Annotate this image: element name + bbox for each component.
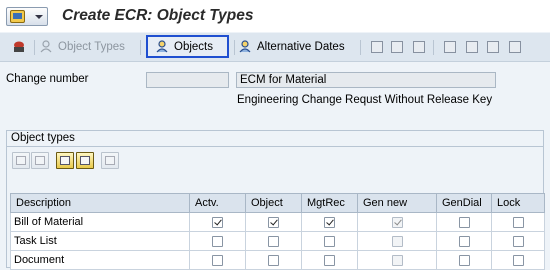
cell-mgtrec xyxy=(301,212,358,232)
table-row[interactable]: Task List xyxy=(10,231,545,251)
table-row[interactable]: Bill of Material xyxy=(10,212,545,232)
flag-outline-icon[interactable] xyxy=(487,41,499,53)
group-divider xyxy=(7,146,543,147)
persons-icon xyxy=(156,40,168,53)
cell-lock xyxy=(491,250,545,270)
objects-button[interactable]: Objects xyxy=(146,35,229,58)
alternative-dates-label: Alternative Dates xyxy=(257,41,345,53)
cell-object xyxy=(245,231,302,251)
gen-new-checkbox[interactable] xyxy=(391,254,403,266)
gendial-checkbox[interactable] xyxy=(458,254,470,266)
title-bar: Create ECR: Object Types xyxy=(0,0,550,32)
cell-object xyxy=(245,212,302,232)
gendial-checkbox[interactable] xyxy=(458,216,470,228)
row-description: Task List xyxy=(10,231,190,251)
actv-checkbox[interactable] xyxy=(212,235,223,247)
cell-lock xyxy=(491,231,545,251)
deselect-all-icon xyxy=(80,156,90,165)
objects-button-content: Objects xyxy=(156,39,213,55)
page-title: Create ECR: Object Types xyxy=(62,7,254,24)
lock-checkbox[interactable] xyxy=(512,254,524,266)
column-header-description[interactable]: Description xyxy=(10,193,190,213)
details-button[interactable] xyxy=(101,152,119,169)
edit-icon[interactable] xyxy=(413,41,425,53)
select-all-button[interactable] xyxy=(56,152,74,169)
cell-mgtrec xyxy=(301,231,358,251)
mgtrec-checkbox[interactable] xyxy=(324,254,335,266)
other-object-icon[interactable] xyxy=(12,40,26,54)
mgtrec-checkbox[interactable] xyxy=(324,216,335,228)
cell-lock xyxy=(491,212,545,232)
object-types-button[interactable]: Object Types xyxy=(40,39,125,55)
chevron-down-icon xyxy=(35,15,43,19)
object-checkbox[interactable] xyxy=(268,235,279,247)
actv-checkbox[interactable] xyxy=(212,254,223,266)
cell-gen-new xyxy=(357,231,437,251)
cell-actv xyxy=(189,250,246,270)
cell-gendial xyxy=(436,212,492,232)
gen-new-checkbox[interactable] xyxy=(391,235,403,247)
details-icon xyxy=(105,156,115,165)
change-number-field[interactable] xyxy=(146,72,229,88)
alternative-dates-button[interactable]: Alternative Dates xyxy=(239,39,345,55)
cell-gendial xyxy=(436,250,492,270)
system-menu-button[interactable] xyxy=(6,7,48,26)
change-type-text: Engineering Change Requst Without Releas… xyxy=(237,94,493,106)
cell-actv xyxy=(189,231,246,251)
column-header-actv[interactable]: Actv. xyxy=(189,193,246,213)
cell-gendial xyxy=(436,231,492,251)
copy-icon[interactable] xyxy=(444,41,456,53)
table-header-row: Description Actv. Object MgtRec Gen new … xyxy=(10,193,545,213)
objects-label: Objects xyxy=(174,41,213,53)
change-number-label: Change number xyxy=(6,73,89,85)
hierarchy-icon[interactable] xyxy=(391,41,403,53)
mgtrec-checkbox[interactable] xyxy=(324,235,335,247)
row-description: Bill of Material xyxy=(10,212,190,232)
cell-object xyxy=(245,250,302,270)
table-row[interactable]: Document xyxy=(10,250,545,270)
object-types-table: Description Actv. Object MgtRec Gen new … xyxy=(10,193,545,270)
insert-row-icon xyxy=(16,156,26,165)
deselect-all-button[interactable] xyxy=(76,152,94,169)
export-icon[interactable] xyxy=(509,41,521,53)
toolbar-separator xyxy=(140,40,141,55)
toolbar-separator xyxy=(433,40,434,55)
toolbar-separator xyxy=(234,40,235,55)
description-field[interactable]: ECM for Material xyxy=(236,72,496,88)
row-description: Document xyxy=(10,250,190,270)
trash-icon xyxy=(35,156,45,165)
object-types-label: Object Types xyxy=(58,41,125,53)
monitor-icon xyxy=(10,10,25,23)
delete-row-button[interactable] xyxy=(31,152,49,169)
actv-checkbox[interactable] xyxy=(212,216,223,228)
column-header-gendial[interactable]: GenDial xyxy=(436,193,492,213)
toolbar-separator xyxy=(34,40,35,55)
lock-checkbox[interactable] xyxy=(512,235,524,247)
toolbar-separator xyxy=(360,40,361,55)
cell-gen-new xyxy=(357,212,437,232)
column-header-mgtrec[interactable]: MgtRec xyxy=(301,193,358,213)
group-title: Object types xyxy=(11,132,75,144)
column-header-object[interactable]: Object xyxy=(245,193,302,213)
filter-icon[interactable] xyxy=(371,41,383,53)
cell-gen-new xyxy=(357,250,437,270)
lock-checkbox[interactable] xyxy=(512,216,524,228)
gen-new-checkbox[interactable] xyxy=(391,216,403,228)
flag-icon[interactable] xyxy=(466,41,478,53)
object-checkbox[interactable] xyxy=(268,216,279,228)
application-toolbar: Object Types Alternative Dates xyxy=(0,33,550,62)
cell-mgtrec xyxy=(301,250,358,270)
column-header-gen-new[interactable]: Gen new xyxy=(357,193,437,213)
persons-icon xyxy=(239,40,251,53)
gendial-checkbox[interactable] xyxy=(458,235,470,247)
persons-icon xyxy=(40,40,52,53)
column-header-lock[interactable]: Lock xyxy=(491,193,545,213)
object-checkbox[interactable] xyxy=(268,254,279,266)
cell-actv xyxy=(189,212,246,232)
insert-row-button[interactable] xyxy=(12,152,30,169)
select-all-icon xyxy=(60,156,70,165)
